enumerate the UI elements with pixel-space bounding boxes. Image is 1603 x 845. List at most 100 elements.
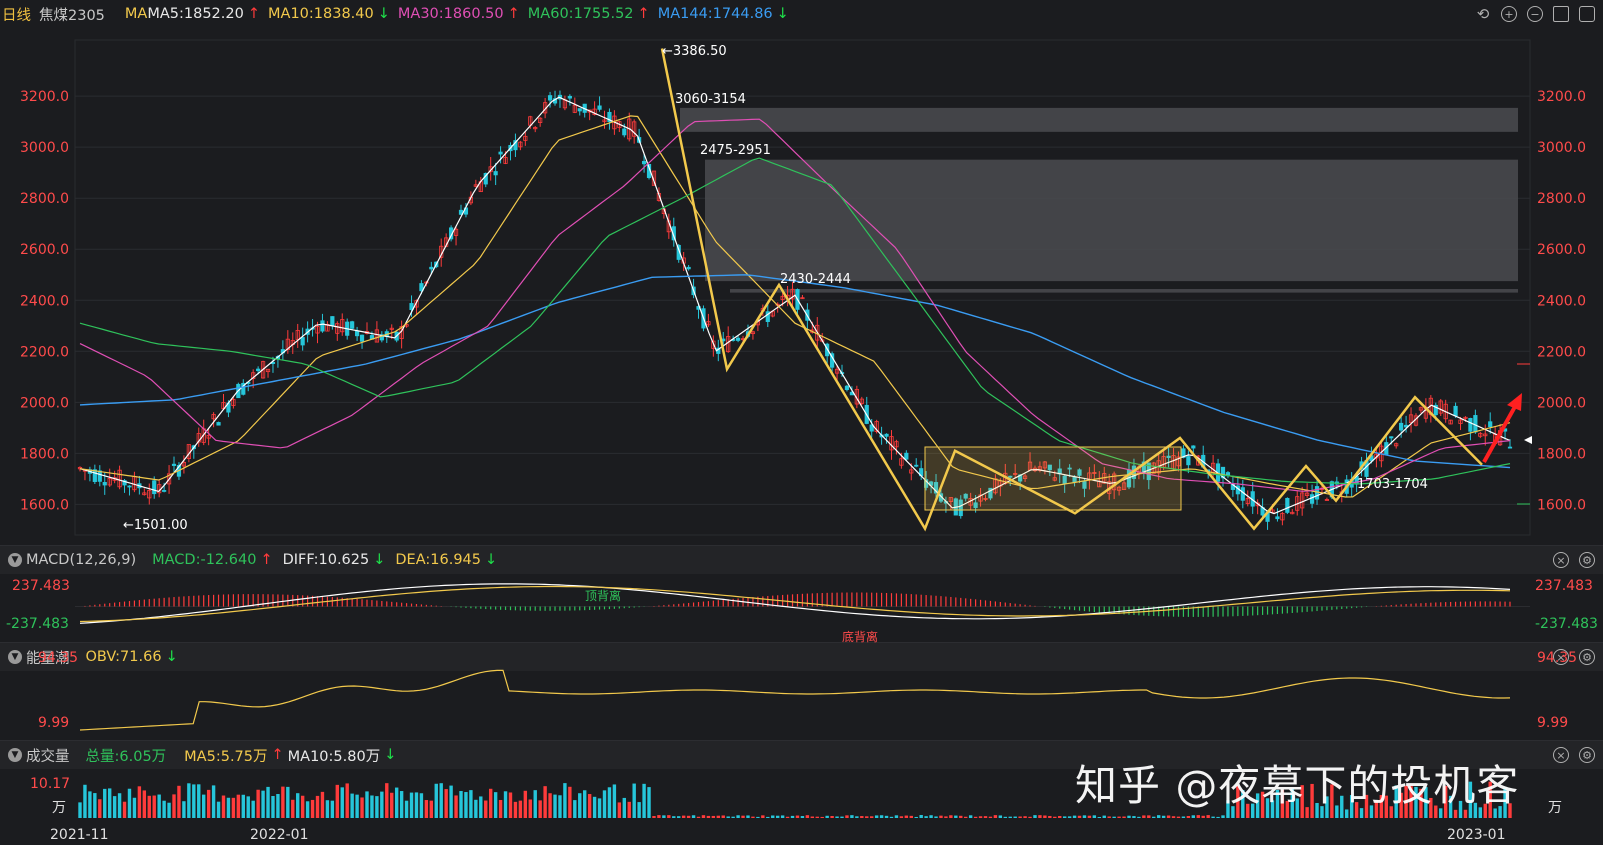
volume-bar bbox=[1097, 816, 1102, 818]
zone3-label: 2430-2444 bbox=[780, 272, 851, 287]
volume-bar bbox=[132, 797, 137, 818]
volume-bar bbox=[518, 800, 523, 818]
volume-bar bbox=[1013, 816, 1017, 818]
volume-bar bbox=[543, 786, 547, 818]
y-tick-left: 1800.0 bbox=[20, 446, 69, 462]
price-cursor bbox=[1524, 436, 1532, 444]
candle-body bbox=[256, 368, 261, 372]
volume-bar bbox=[414, 792, 419, 818]
y-tick-right: 3200.0 bbox=[1537, 89, 1586, 105]
candle-body bbox=[1191, 445, 1196, 449]
volume-bar bbox=[954, 815, 958, 818]
candle-body bbox=[597, 105, 602, 110]
y-tick-right: 2200.0 bbox=[1537, 344, 1586, 360]
candle-body bbox=[1389, 436, 1394, 439]
volume-bar bbox=[246, 796, 250, 818]
volume-bar bbox=[345, 783, 349, 818]
volume-bar bbox=[860, 816, 864, 818]
volume-bar bbox=[192, 784, 196, 818]
volume-bar bbox=[172, 794, 176, 818]
candle-body bbox=[904, 452, 909, 460]
volume-bar bbox=[459, 791, 463, 818]
candle-body bbox=[641, 160, 647, 165]
volume-bar bbox=[479, 796, 483, 818]
obv-top-left: 94.35 bbox=[38, 650, 78, 666]
volume-bar bbox=[642, 783, 646, 818]
volume-bar bbox=[385, 783, 389, 818]
candle-body bbox=[359, 334, 365, 342]
volume-bar bbox=[508, 792, 513, 818]
volume-bar bbox=[573, 800, 577, 818]
volume-bar bbox=[434, 783, 438, 818]
volume-bar bbox=[840, 816, 844, 818]
y-ticks: 3200.0 3200.0 3000.0 3000.0 2800.0 2800.0 2600… bbox=[20, 89, 1586, 513]
volume-bar bbox=[672, 816, 676, 818]
volume-bar bbox=[1127, 815, 1131, 818]
volume-bar bbox=[964, 816, 968, 818]
volume-bar bbox=[563, 783, 567, 818]
y-tick-right: 2800.0 bbox=[1537, 191, 1586, 207]
resistance-zone bbox=[680, 107, 1518, 132]
volume-bar bbox=[983, 816, 988, 818]
candle-body bbox=[1453, 405, 1458, 417]
macd-bottom-left: -237.483 bbox=[6, 616, 69, 632]
candle-body bbox=[1399, 422, 1404, 431]
volume-bar bbox=[127, 788, 132, 818]
volume-bar bbox=[978, 816, 983, 818]
volume-bar bbox=[1028, 816, 1032, 818]
high-label: ←3386.50 bbox=[662, 44, 727, 59]
volume-bar bbox=[276, 794, 280, 818]
obv-bottom-left: 9.99 bbox=[38, 715, 69, 731]
volume-bar bbox=[1211, 816, 1215, 818]
candle-body bbox=[547, 95, 553, 101]
volume-bar bbox=[934, 816, 938, 818]
zone2-label: 2475-2951 bbox=[700, 143, 771, 158]
volume-bar bbox=[716, 815, 721, 818]
volume-bar bbox=[1176, 816, 1181, 818]
volume-bar bbox=[988, 816, 993, 818]
volume-bar bbox=[93, 793, 97, 818]
vol-top-left: 10.17 bbox=[30, 776, 70, 792]
volume-bar bbox=[1186, 815, 1191, 818]
volume-bar bbox=[1102, 815, 1106, 818]
volume-bar bbox=[1132, 816, 1136, 818]
volume-bar bbox=[894, 815, 899, 818]
dea-line bbox=[79, 585, 1511, 623]
kline-chart[interactable]: 3200.0 3200.0 3000.0 3000.0 2800.0 2800.0 2600… bbox=[0, 0, 1603, 845]
volume-bar bbox=[583, 790, 587, 818]
candle-body bbox=[1275, 516, 1280, 520]
volume-bar bbox=[874, 815, 879, 818]
volume-bar bbox=[775, 815, 780, 818]
volume-bar bbox=[939, 815, 943, 818]
volume-bar bbox=[1077, 815, 1082, 818]
volume-bar bbox=[1018, 816, 1022, 818]
volume-bar bbox=[78, 802, 82, 818]
volume-bar bbox=[607, 787, 612, 818]
volume-bar bbox=[879, 815, 884, 818]
volume-bar bbox=[157, 794, 161, 818]
volume-bar bbox=[1072, 815, 1077, 818]
volume-bar bbox=[390, 792, 394, 818]
volume-bar bbox=[439, 783, 443, 818]
volume-bar bbox=[736, 815, 740, 818]
y-tick-left: 2400.0 bbox=[20, 293, 69, 309]
volume-bar bbox=[523, 790, 528, 818]
volume-bar bbox=[1201, 815, 1205, 818]
volume-bar bbox=[993, 815, 998, 818]
macd-top-left: 237.483 bbox=[12, 578, 70, 594]
candle-body bbox=[320, 320, 325, 332]
y-tick-left: 2800.0 bbox=[20, 191, 69, 207]
volume-bar bbox=[226, 797, 231, 818]
volume-bar bbox=[256, 789, 260, 818]
candle-body bbox=[216, 422, 221, 426]
candle-body bbox=[493, 171, 498, 176]
volume-bar bbox=[380, 791, 384, 818]
candle-body bbox=[127, 485, 132, 488]
volume-bar bbox=[667, 815, 671, 818]
volume-bar bbox=[355, 794, 359, 818]
volume-bar bbox=[325, 800, 330, 818]
volume-bar bbox=[785, 816, 790, 818]
volume-bar bbox=[973, 816, 978, 818]
candle-body bbox=[300, 337, 305, 346]
volume-bar bbox=[231, 797, 236, 818]
